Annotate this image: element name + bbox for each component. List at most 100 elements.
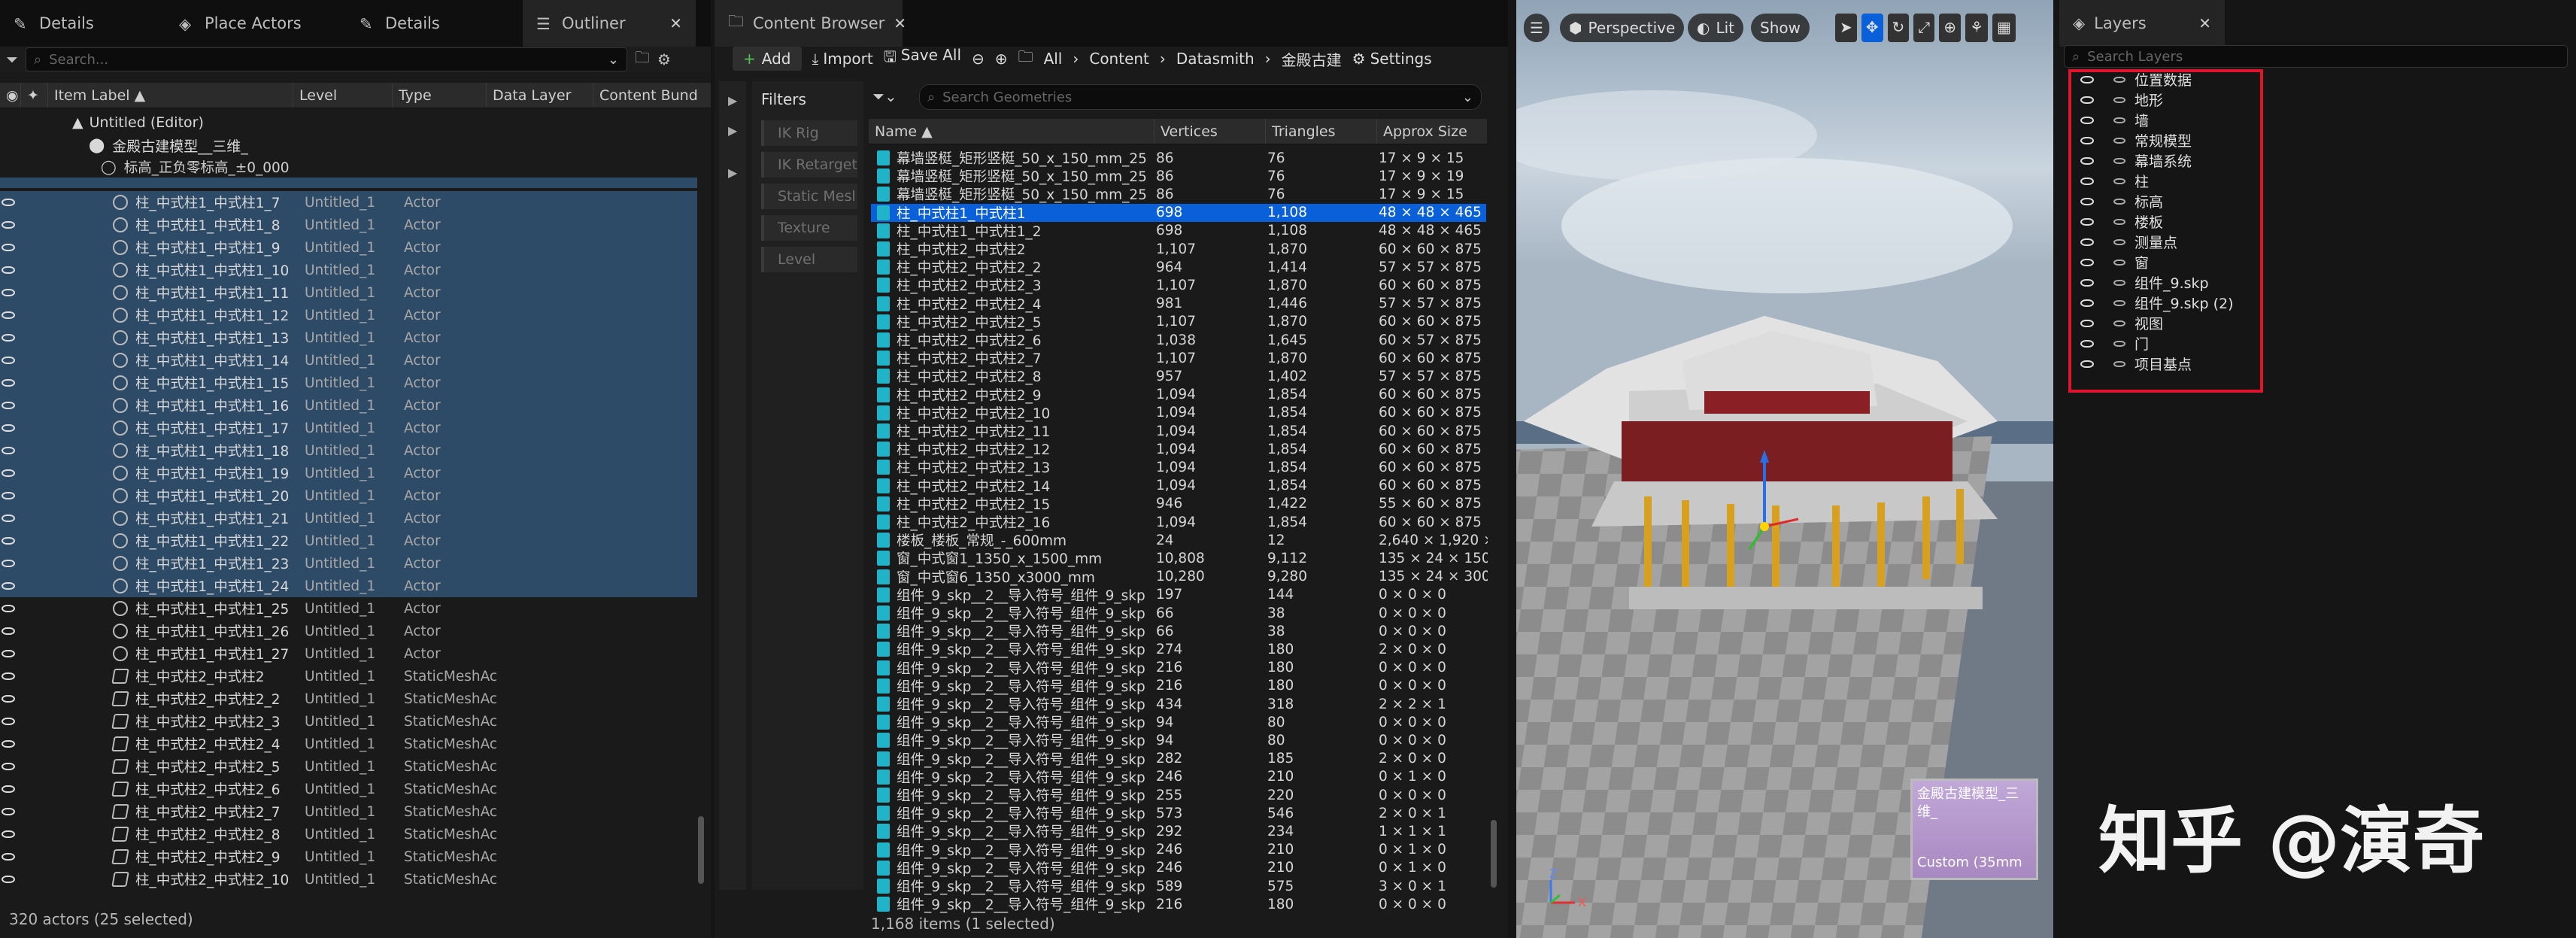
viewport[interactable]: Z X ☰ ⬢ Perspective ◐ Lit Show ➤ ✥ ↻ ⤢ ⊕ ⚘… (1516, 0, 2053, 938)
asset-row[interactable]: 组件_9_skp__2__导入符号_组件_9_skp 197 144 0 × 0 × … (871, 586, 1486, 604)
asset-row[interactable]: 组件_9_skp__2__导入符号_组件_9_skp 589 575 3 × 0 × … (871, 877, 1486, 895)
table-row[interactable]: 柱_中式柱1_中式柱1_18 Untitled_1 Actor (0, 439, 697, 462)
asset-row[interactable]: 组件_9_skp__2__导入符号_组件_9_skp 66 38 0 × 0 × 0 (871, 622, 1486, 640)
table-row[interactable]: 柱_中式柱1_中式柱1_25 Untitled_1 Actor (0, 597, 697, 620)
eye-icon[interactable] (2, 469, 15, 477)
col-triangles[interactable]: Triangles (1266, 119, 1377, 144)
import-button[interactable]: ⤓ Import (812, 50, 873, 68)
asset-row[interactable]: 组件_9_skp__2__导入符号_组件_9_skp 216 180 0 × 0 × … (871, 677, 1486, 695)
filter-ik-rig[interactable]: IK Rig (761, 120, 857, 146)
table-row[interactable]: 柱_中式柱1_中式柱1_20 Untitled_1 Actor (0, 484, 697, 507)
eye-icon[interactable] (2, 672, 15, 680)
world-icon[interactable]: ⊕ (1939, 14, 1962, 42)
asset-row[interactable]: 组件_9_skp__2__导入符号_组件_9_skp 434 318 2 × 2 × … (871, 695, 1486, 713)
table-row[interactable]: 柱_中式柱2_中式柱2_2 Untitled_1 StaticMeshAc (0, 688, 697, 710)
col-item-label[interactable]: Item Label ▲ (48, 83, 293, 108)
table-row[interactable]: 柱_中式柱1_中式柱1_15 Untitled_1 Actor (0, 372, 697, 394)
asset-row[interactable]: 柱_中式柱1_中式柱1_2 698 1,108 48 × 48 × 465 (871, 222, 1486, 240)
col-level[interactable]: Level (293, 83, 393, 108)
tab-content-browser[interactable]: 🗀 Content Browser ✕ (715, 0, 906, 47)
expand-arrow-icon[interactable]: ▶ (728, 123, 737, 138)
tab-details[interactable]: ✎ Details (0, 0, 165, 47)
eye-icon[interactable] (2, 876, 15, 883)
asset-row[interactable]: 柱_中式柱2_中式柱2_9 1,094 1,854 60 × 60 × 875 (871, 386, 1486, 404)
asset-row[interactable]: 幕墙竖梃_矩形竖梃_50_x_150_mm_25 86 76 17 × 9 × 15 (871, 149, 1486, 167)
eye-icon[interactable] (2, 199, 15, 206)
show-button[interactable]: Show (1751, 14, 1810, 42)
asset-row[interactable]: 柱_中式柱2_中式柱2_7 1,107 1,870 60 × 60 × 875 (871, 349, 1486, 367)
table-row[interactable]: 柱_中式柱1_中式柱1_10 Untitled_1 Actor (0, 259, 697, 281)
eye-icon[interactable] (2, 244, 15, 251)
tab-place-actors[interactable]: ◈ Place Actors (165, 0, 346, 47)
breadcrumb-datasmith[interactable]: Datasmith (1176, 50, 1255, 68)
asset-row[interactable]: 组件_9_skp__2__导入符号_组件_9_skp 246 210 0 × 1 × … (871, 768, 1486, 786)
filter-static-mesh[interactable]: Static Mesl (761, 184, 857, 209)
folder-icon[interactable]: 🗀 (1018, 46, 1033, 71)
sources-toggle-strip[interactable] (719, 81, 746, 890)
cb-filter-icon[interactable]: ⏷⌄ (872, 87, 897, 105)
table-row[interactable]: 柱_中式柱1_中式柱1_14 Untitled_1 Actor (0, 349, 697, 372)
table-row[interactable]: 柱_中式柱1_中式柱1_9 Untitled_1 Actor (0, 236, 697, 259)
table-row[interactable]: 柱_中式柱2_中式柱2_4 Untitled_1 StaticMeshAc (0, 733, 697, 755)
close-icon[interactable]: ✕ (894, 14, 906, 32)
asset-row[interactable]: 柱_中式柱2_中式柱2_15 946 1,422 55 × 60 × 875 (871, 495, 1486, 513)
col-name[interactable]: Name ▲ (869, 119, 1154, 144)
lit-button[interactable]: ◐ Lit (1688, 14, 1743, 42)
table-row[interactable]: 柱_中式柱1_中式柱1_27 Untitled_1 Actor (0, 642, 697, 665)
asset-row[interactable]: 组件_9_skp__2__导入符号_组件_9_skp 573 546 2 × 0 × … (871, 804, 1486, 822)
table-row[interactable]: 柱_中式柱2_中式柱2_9 Untitled_1 StaticMeshAc (0, 845, 697, 868)
camera-preview[interactable]: 金殿古建模型_三维_ Custom (35mm (1910, 779, 2038, 880)
scale-icon[interactable]: ⤢ (1913, 14, 1935, 42)
settings-button[interactable]: ⚙ Settings (1352, 50, 1432, 68)
eye-icon[interactable] (2, 853, 15, 861)
tab-layers[interactable]: ◈ Layers ✕ (2059, 0, 2225, 47)
asset-row[interactable]: 柱_中式柱2_中式柱2_16 1,094 1,854 60 × 60 × 875 (871, 513, 1486, 531)
filter-level[interactable]: Level (761, 247, 857, 272)
asset-row[interactable]: 柱_中式柱2_中式柱2_6 1,038 1,645 60 × 57 × 875 (871, 331, 1486, 349)
eye-icon[interactable] (2, 808, 15, 815)
table-row[interactable]: 柱_中式柱2_中式柱2_5 Untitled_1 StaticMeshAc (0, 755, 697, 778)
eye-icon[interactable] (2, 379, 15, 387)
table-row[interactable]: 柱_中式柱1_中式柱1_19 Untitled_1 Actor (0, 462, 697, 484)
eye-icon[interactable] (2, 785, 15, 793)
new-folder-icon[interactable]: 🗀 (635, 47, 650, 72)
table-row[interactable]: 柱_中式柱1_中式柱1_26 Untitled_1 Actor (0, 620, 697, 642)
asset-row[interactable]: 幕墙竖梃_矩形竖梃_50_x_150_mm_25 86 76 17 × 9 × 15 (871, 185, 1486, 203)
close-icon[interactable]: ✕ (669, 14, 682, 32)
close-icon[interactable]: ✕ (2198, 14, 2211, 32)
asset-row[interactable]: 幕墙竖梃_矩形竖梃_50_x_150_mm_25 86 76 17 × 9 × 19 (871, 167, 1486, 185)
eye-icon[interactable] (2, 740, 15, 748)
asset-row[interactable]: 组件_9_skp__2__导入符号_组件_9_skp 292 234 1 × 1 × … (871, 822, 1486, 840)
table-row[interactable]: 柱_中式柱2_中式柱2_10 Untitled_1 StaticMeshAc (0, 868, 697, 891)
asset-row[interactable]: 组件_9_skp__2__导入符号_组件_9_skp 66 38 0 × 0 × 0 (871, 604, 1486, 622)
asset-row[interactable]: 组件_9_skp__2__导入符号_组件_9_skp 216 180 0 × 0 × … (871, 659, 1486, 677)
col-approx-size[interactable]: Approx Size (1377, 119, 1487, 144)
cb-scrollbar[interactable] (1491, 820, 1497, 888)
breadcrumb-content[interactable]: Content (1089, 50, 1149, 68)
filter-icon[interactable]: ⏷ (6, 50, 18, 68)
table-row[interactable]: 柱_中式柱1_中式柱1_17 Untitled_1 Actor (0, 417, 697, 439)
outliner-search-input[interactable]: ⌕ Search... ⌄ (26, 47, 627, 71)
asset-row[interactable]: 柱_中式柱1_中式柱1 698 1,108 48 × 48 × 465 (871, 203, 1486, 222)
history-back-icon[interactable]: ⊖ (972, 50, 985, 68)
rotate-icon[interactable]: ↻ (1887, 14, 1910, 42)
eye-icon[interactable] (2, 221, 15, 229)
table-row[interactable]: 柱_中式柱2_中式柱2_6 Untitled_1 StaticMeshAc (0, 778, 697, 800)
layers-search-input[interactable]: ⌕ Search Layers (2064, 45, 2568, 68)
table-row[interactable]: 柱_中式柱1_中式柱1_22 Untitled_1 Actor (0, 530, 697, 552)
asset-row[interactable]: 柱_中式柱2_中式柱2_8 957 1,402 57 × 57 × 875 (871, 367, 1486, 385)
tab-outliner[interactable]: ☰ Outliner ✕ (523, 0, 696, 47)
eye-icon[interactable] (2, 492, 15, 499)
asset-row[interactable]: 柱_中式柱2_中式柱2_5 1,107 1,870 60 × 60 × 875 (871, 313, 1486, 331)
table-row[interactable] (0, 178, 697, 188)
asset-row[interactable]: 柱_中式柱2_中式柱2 1,107 1,870 60 × 60 × 875 (871, 240, 1486, 258)
asset-search-input[interactable]: ⌕ Search Geometries ⌄ (919, 84, 1482, 110)
snap-icon[interactable]: ⚘ (1965, 14, 1988, 42)
table-row[interactable]: 柱_中式柱1_中式柱1_12 Untitled_1 Actor (0, 304, 697, 326)
tree-subfolder[interactable]: ◯ 标高_正负零标高_±0_000 (101, 156, 290, 178)
breadcrumb-folder[interactable]: 金殿古建 (1282, 48, 1342, 70)
eye-icon[interactable] (2, 695, 15, 703)
table-row[interactable]: 柱_中式柱1_中式柱1_11 Untitled_1 Actor (0, 281, 697, 304)
asset-row[interactable]: 柱_中式柱2_中式柱2_12 1,094 1,854 60 × 60 × 875 (871, 440, 1486, 458)
eye-icon[interactable] (2, 311, 15, 319)
